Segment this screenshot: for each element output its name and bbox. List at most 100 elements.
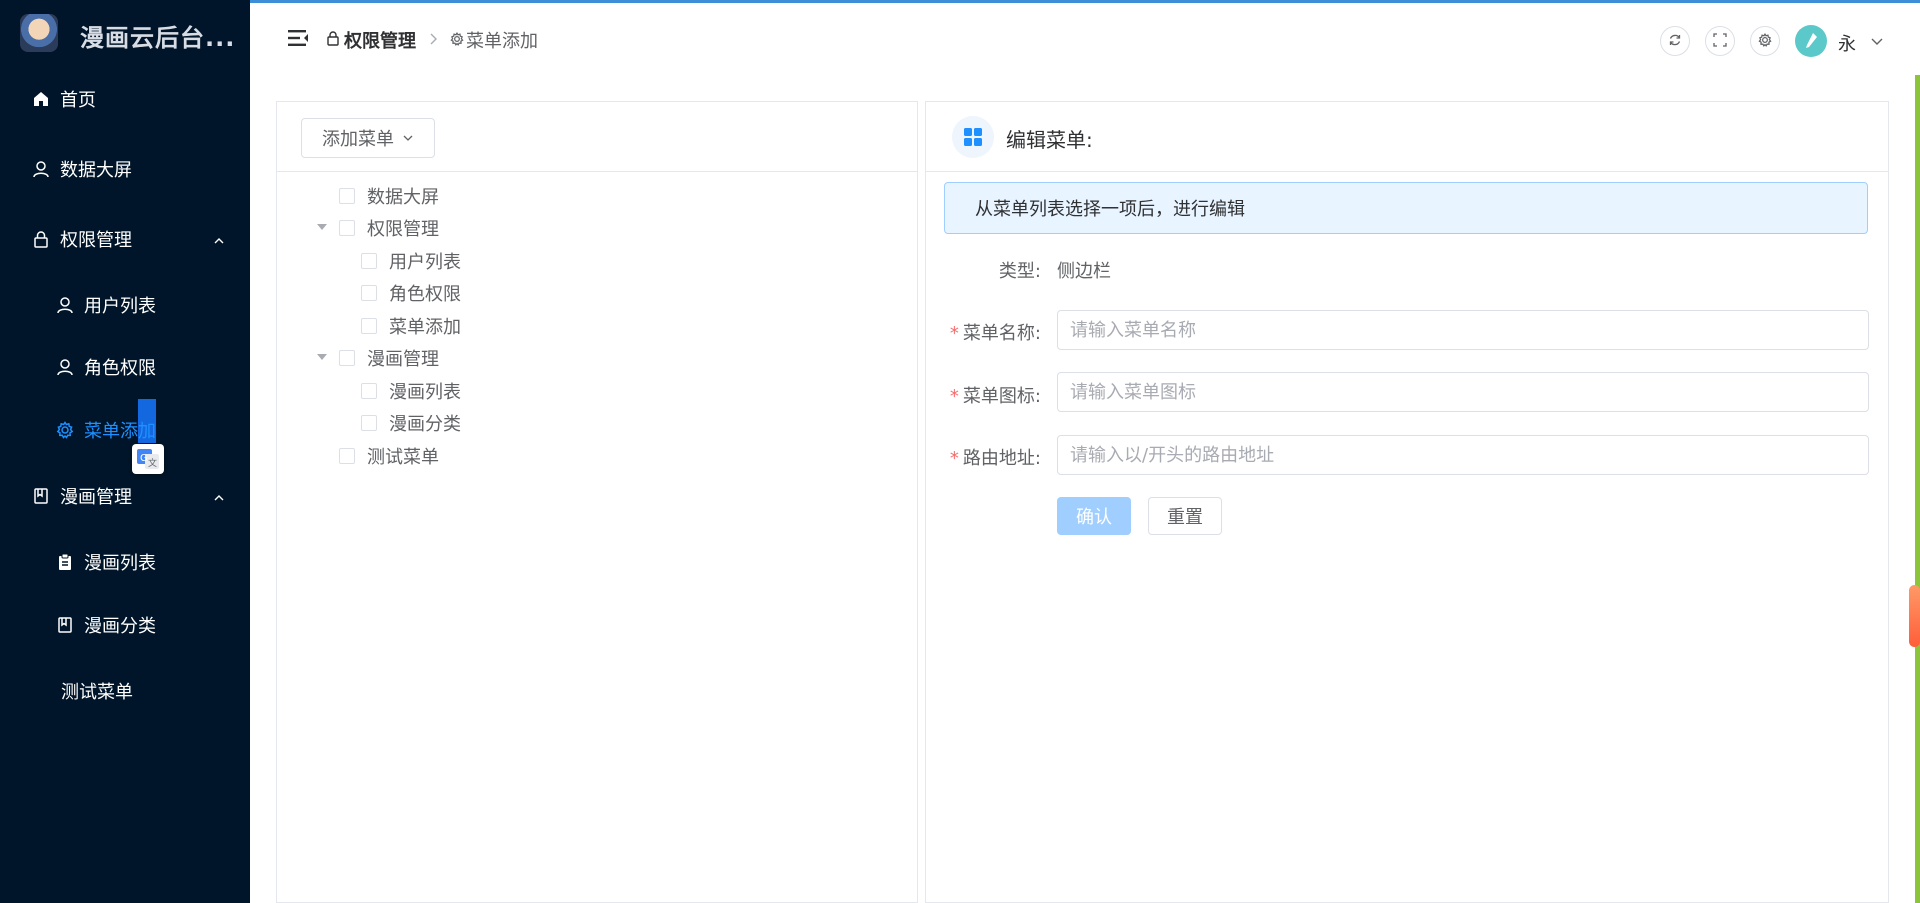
tree-node-label: 权限管理 bbox=[367, 219, 439, 240]
caret-down-icon[interactable] bbox=[317, 354, 327, 360]
tree-node-checkbox[interactable] bbox=[361, 383, 377, 399]
book-icon bbox=[30, 485, 52, 507]
tree-node-checkbox[interactable] bbox=[361, 285, 377, 301]
chevron-down-icon[interactable] bbox=[1870, 33, 1884, 52]
translate-icon[interactable]: G文 bbox=[132, 444, 164, 474]
menu-icon-input[interactable] bbox=[1057, 372, 1869, 412]
tree-node-label: 角色权限 bbox=[389, 284, 461, 305]
sidebar-item-comics[interactable]: 漫画管理 bbox=[0, 471, 250, 521]
svg-text:G: G bbox=[140, 453, 148, 464]
sidebar-item-label: 权限管理 bbox=[60, 230, 132, 251]
tree-node[interactable]: 数据大屏 bbox=[339, 182, 439, 210]
sidebar-item-label: 角色权限 bbox=[84, 358, 156, 379]
avatar[interactable] bbox=[1795, 25, 1827, 57]
sidebar-item-label: 用户列表 bbox=[84, 296, 156, 317]
menu-name-input[interactable] bbox=[1057, 310, 1869, 350]
sidebar-item-role-permissions[interactable]: 角色权限 bbox=[0, 342, 250, 392]
route-input[interactable] bbox=[1057, 435, 1869, 475]
sidebar-item-user-list[interactable]: 用户列表 bbox=[0, 280, 250, 330]
lock-icon bbox=[326, 30, 340, 51]
confirm-button[interactable]: 确认 bbox=[1057, 497, 1131, 535]
edit-menu-panel: 编辑菜单: 从菜单列表选择一项后，进行编辑 类型: 侧边栏 *菜单名称: *菜单… bbox=[925, 101, 1889, 903]
breadcrumb-item-permissions[interactable]: 权限管理 bbox=[344, 27, 416, 53]
tree-node-label: 菜单添加 bbox=[389, 317, 461, 338]
tree-node[interactable]: 菜单添加 bbox=[361, 312, 461, 340]
gear-icon bbox=[1758, 32, 1772, 51]
sidebar-item-data-screen[interactable]: 数据大屏 bbox=[0, 144, 250, 194]
sidebar-item-label: 漫画管理 bbox=[60, 487, 132, 508]
tree-node[interactable]: 测试菜单 bbox=[339, 442, 439, 470]
tree-node-label: 漫画列表 bbox=[389, 382, 461, 403]
user-icon bbox=[54, 294, 76, 316]
tree-node-checkbox[interactable] bbox=[361, 253, 377, 269]
home-icon bbox=[30, 88, 52, 110]
gear-icon bbox=[54, 419, 76, 441]
user-icon bbox=[54, 356, 76, 378]
tree-node[interactable]: 用户列表 bbox=[361, 247, 461, 275]
gear-icon bbox=[450, 30, 464, 51]
type-value: 侧边栏 bbox=[1057, 261, 1111, 282]
sidebar-item-label: 首页 bbox=[60, 90, 96, 111]
svg-text:文: 文 bbox=[148, 457, 157, 469]
tree-node-label: 漫画管理 bbox=[367, 349, 439, 370]
chevron-up-icon bbox=[212, 232, 226, 253]
scrollbar-thumb[interactable] bbox=[1909, 585, 1920, 647]
tree-node-label: 数据大屏 bbox=[367, 187, 439, 208]
sidebar-item-home[interactable]: 首页 bbox=[0, 74, 250, 124]
sidebar-item-label: 数据大屏 bbox=[60, 160, 132, 181]
tree-node-checkbox[interactable] bbox=[361, 415, 377, 431]
sidebar-item-label: 漫画列表 bbox=[84, 553, 156, 574]
clipboard-icon bbox=[54, 551, 76, 573]
window-edge-accent bbox=[1915, 75, 1920, 903]
menu-name-label: * 菜单名称: bbox=[949, 323, 1041, 344]
user-icon bbox=[30, 158, 52, 180]
settings-button[interactable] bbox=[1750, 26, 1780, 56]
refresh-icon bbox=[1668, 32, 1682, 51]
tree-node[interactable]: 角色权限 bbox=[361, 279, 461, 307]
sidebar-item-menu-add[interactable]: 菜单添加 bbox=[0, 405, 250, 455]
fullscreen-button[interactable] bbox=[1705, 26, 1735, 56]
book-icon bbox=[54, 614, 76, 636]
chevron-up-icon bbox=[212, 489, 226, 510]
sidebar-item-test-menu[interactable]: 测试菜单 bbox=[0, 666, 250, 716]
add-menu-label: 添加菜单 bbox=[322, 129, 394, 149]
caret-down-icon[interactable] bbox=[317, 224, 327, 230]
sidebar-item-comic-list[interactable]: 漫画列表 bbox=[0, 537, 250, 587]
chevron-down-icon bbox=[402, 128, 414, 149]
tree-node[interactable]: 漫画列表 bbox=[361, 377, 461, 405]
tree-panel-header: 添加菜单 bbox=[277, 102, 917, 172]
menu-fold-icon[interactable] bbox=[288, 29, 310, 51]
top-header: 权限管理 菜单添加 永 bbox=[250, 3, 1920, 75]
sidebar-item-comic-category[interactable]: 漫画分类 bbox=[0, 600, 250, 650]
lock-icon bbox=[30, 228, 52, 250]
reset-button[interactable]: 重置 bbox=[1148, 497, 1222, 535]
type-label: 类型: bbox=[998, 261, 1041, 282]
chevron-right-icon bbox=[428, 30, 438, 51]
app-title: 漫画云后台... bbox=[80, 24, 236, 52]
sidebar-item-permissions[interactable]: 权限管理 bbox=[0, 214, 250, 264]
menu-tree-panel: 添加菜单 数据大屏 权限管理 用户列表 角色权限 菜单添加 漫画管理 漫画列表 … bbox=[276, 101, 918, 903]
edit-panel-title: 编辑菜单: bbox=[1006, 128, 1093, 152]
tree-node-checkbox[interactable] bbox=[339, 448, 355, 464]
tree-node-label: 用户列表 bbox=[389, 252, 461, 273]
username[interactable]: 永 bbox=[1838, 30, 1856, 56]
tree-node[interactable]: 漫画管理 bbox=[317, 344, 439, 372]
refresh-button[interactable] bbox=[1660, 26, 1690, 56]
tree-node-checkbox[interactable] bbox=[339, 220, 355, 236]
tree-node-checkbox[interactable] bbox=[339, 350, 355, 366]
sidebar-item-label: 菜单添加 bbox=[84, 421, 156, 442]
info-alert: 从菜单列表选择一项后，进行编辑 bbox=[944, 182, 1868, 234]
app-logo bbox=[20, 14, 58, 52]
route-label: * 路由地址: bbox=[949, 448, 1041, 469]
tree-node-label: 漫画分类 bbox=[389, 414, 461, 435]
menu-icon-label: * 菜单图标: bbox=[949, 386, 1041, 407]
add-menu-dropdown-button[interactable]: 添加菜单 bbox=[301, 118, 435, 158]
edit-panel-header: 编辑菜单: bbox=[926, 102, 1888, 172]
breadcrumb: 权限管理 菜单添加 bbox=[326, 27, 538, 53]
tree-node[interactable]: 权限管理 bbox=[317, 214, 439, 242]
sidebar-item-label: 漫画分类 bbox=[84, 616, 156, 637]
tree-node-checkbox[interactable] bbox=[339, 188, 355, 204]
tree-node-checkbox[interactable] bbox=[361, 318, 377, 334]
tree-node[interactable]: 漫画分类 bbox=[361, 409, 461, 437]
fullscreen-icon bbox=[1713, 32, 1727, 51]
